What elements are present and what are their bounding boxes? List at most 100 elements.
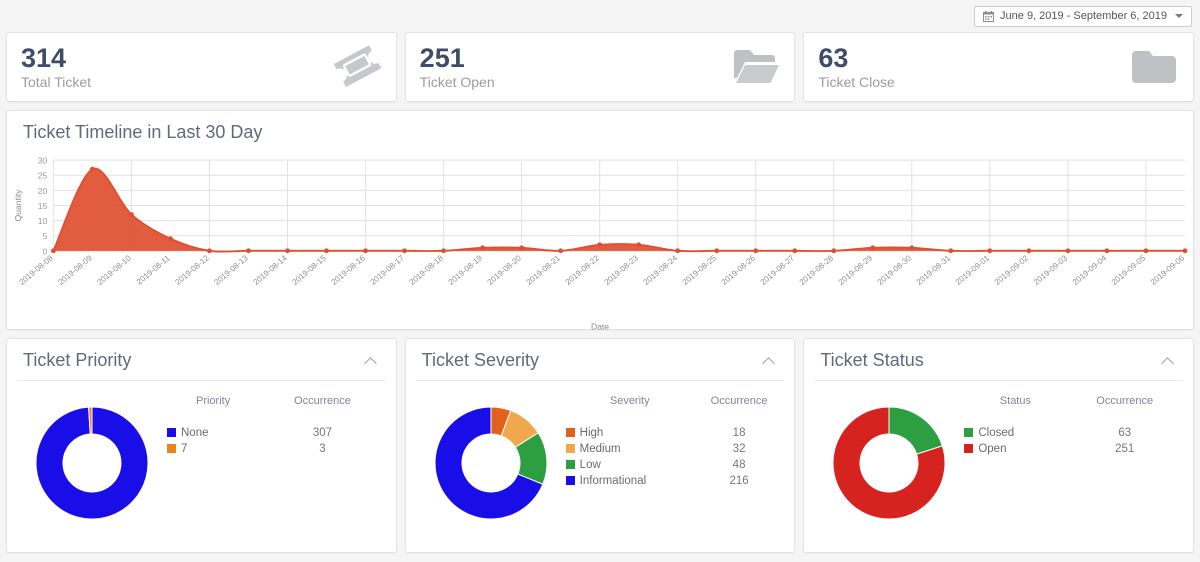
x-axis-tick-label: 2019-08-09 xyxy=(56,253,94,287)
x-axis-tick-label: 2019-08-31 xyxy=(915,253,953,287)
data-point[interactable] xyxy=(1104,248,1110,254)
topbar: June 9, 2019 - September 6, 2019 xyxy=(0,0,1200,32)
legend-col-name: Priority xyxy=(196,395,231,407)
data-point[interactable] xyxy=(597,242,603,248)
x-axis-tick-label: 2019-09-02 xyxy=(993,253,1031,287)
data-point[interactable] xyxy=(558,248,564,254)
date-range-picker[interactable]: June 9, 2019 - September 6, 2019 xyxy=(974,5,1192,27)
x-axis-tick-label: 2019-09-05 xyxy=(1110,253,1148,287)
legend-color-swatch xyxy=(964,444,974,453)
legend-label-cell: None xyxy=(167,425,259,441)
legend-row: Open 251 xyxy=(964,441,1183,457)
stat-value: 314 xyxy=(21,42,67,73)
legend-color-swatch xyxy=(167,428,176,437)
data-point[interactable] xyxy=(714,248,720,254)
chevron-down-icon xyxy=(1175,14,1183,18)
x-axis-tick-label: 2019-08-11 xyxy=(135,253,172,286)
data-point[interactable] xyxy=(441,248,446,254)
stat-cards-row: 314 Total Ticket 251 Ticket Open 63 Tick… xyxy=(0,32,1200,102)
data-point[interactable] xyxy=(870,245,876,251)
page-title: Ticket Timeline in Last 30 Day xyxy=(23,122,263,142)
legend-label-cell: Informational xyxy=(565,473,694,489)
data-point[interactable] xyxy=(285,248,290,254)
panel-title: Ticket Priority xyxy=(23,350,132,370)
stat-label: Total Ticket xyxy=(21,74,92,91)
panel-title: Ticket Status xyxy=(820,350,924,370)
chevron-up-icon[interactable] xyxy=(364,356,380,366)
data-point[interactable] xyxy=(480,245,486,251)
legend-rows: High 18 Medium 32 Low 48 Informational 216 xyxy=(565,425,785,489)
folder-open-icon xyxy=(732,47,780,87)
data-point[interactable] xyxy=(948,248,954,254)
x-axis-tick-label: 2019-08-25 xyxy=(681,253,719,287)
folder-closed-icon xyxy=(1131,47,1179,87)
data-point[interactable] xyxy=(1143,248,1149,254)
data-point[interactable] xyxy=(636,242,642,248)
priority-legend: Priority Occurrence None 307 7 3 xyxy=(167,387,386,542)
legend-col-name: Status xyxy=(999,395,1031,407)
x-axis-tick-label: 2019-08-26 xyxy=(720,253,758,287)
chevron-up-icon[interactable] xyxy=(1161,356,1177,366)
legend-header-row: Priority Occurrence xyxy=(167,395,386,425)
data-point[interactable] xyxy=(987,248,993,254)
data-point[interactable] xyxy=(831,248,837,254)
ticket-icon xyxy=(333,45,382,89)
x-axis-tick-label: 2019-08-13 xyxy=(212,253,250,287)
x-axis-tick-label: 2019-08-17 xyxy=(369,253,407,287)
legend-occurrence-value: 48 xyxy=(732,459,746,471)
legend-label-cell: Medium xyxy=(565,441,694,457)
legend-color-swatch xyxy=(565,476,575,485)
data-point[interactable] xyxy=(519,245,525,251)
donut-slice[interactable] xyxy=(888,405,944,455)
data-point[interactable] xyxy=(1182,248,1188,254)
data-point[interactable] xyxy=(129,212,134,217)
severity-legend: Severity Occurrence High 18 Medium 32 Low 48 I… xyxy=(565,387,785,542)
legend-occurrence-value: 32 xyxy=(732,443,746,455)
data-point[interactable] xyxy=(89,166,95,172)
ticket-priority-panel: Ticket Priority Priority Occurrence None… xyxy=(6,338,397,553)
data-point[interactable] xyxy=(207,248,212,254)
stat-card-ticket-open[interactable]: 251 Ticket Open xyxy=(404,32,796,102)
legend-label-cell: Low xyxy=(565,457,694,473)
stat-card-texts: 251 Ticket Open xyxy=(419,42,495,90)
data-point[interactable] xyxy=(50,248,56,254)
stat-value: 63 xyxy=(818,42,849,73)
x-axis-tick-label: 2019-09-04 xyxy=(1071,253,1109,287)
x-axis-tick-label: 2019-08-08 xyxy=(17,253,55,287)
legend-occurrence-value: 307 xyxy=(312,427,333,439)
legend-label-cell: High xyxy=(565,425,694,441)
data-point[interactable] xyxy=(909,245,915,251)
legend-rows: None 307 7 3 xyxy=(167,425,386,457)
legend-table: Severity Occurrence High 18 Medium 32 Low 48 I… xyxy=(565,395,785,489)
x-axis-tick-label: 2019-09-06 xyxy=(1149,253,1187,287)
data-point[interactable] xyxy=(324,248,329,254)
stat-value: 251 xyxy=(419,42,465,73)
timeline-line xyxy=(52,167,1185,253)
data-point[interactable] xyxy=(792,248,798,254)
legend-label: Medium xyxy=(579,443,621,455)
legend-header-row: Severity Occurrence xyxy=(566,395,785,425)
data-point[interactable] xyxy=(402,248,407,254)
chevron-up-icon[interactable] xyxy=(762,356,778,366)
data-point[interactable] xyxy=(1065,248,1071,254)
data-point[interactable] xyxy=(246,248,251,254)
legend-color-swatch xyxy=(167,444,176,453)
legend-header-row: Status Occurrence xyxy=(964,395,1183,425)
data-point[interactable] xyxy=(675,248,681,254)
data-point[interactable] xyxy=(753,248,759,254)
legend-color-swatch xyxy=(565,444,575,453)
legend-label: None xyxy=(181,427,209,439)
y-axis-tick-label: 20 xyxy=(38,186,48,196)
legend-color-swatch xyxy=(565,460,575,469)
legend-col-occurrence: Occurrence xyxy=(1096,395,1154,407)
data-point[interactable] xyxy=(1026,248,1032,254)
donut-panels-row: Ticket Priority Priority Occurrence None… xyxy=(0,330,1200,561)
x-axis-tick-label: 2019-08-20 xyxy=(486,253,524,287)
data-point[interactable] xyxy=(168,236,173,242)
data-point[interactable] xyxy=(363,248,368,254)
legend-label: Low xyxy=(579,459,601,471)
stat-card-texts: 63 Ticket Close xyxy=(818,42,895,90)
stat-card-ticket-close[interactable]: 63 Ticket Close xyxy=(803,32,1195,102)
panel-body: Severity Occurrence High 18 Medium 32 Low 48 I… xyxy=(406,381,795,552)
stat-card-total-ticket[interactable]: 314 Total Ticket xyxy=(6,32,397,102)
